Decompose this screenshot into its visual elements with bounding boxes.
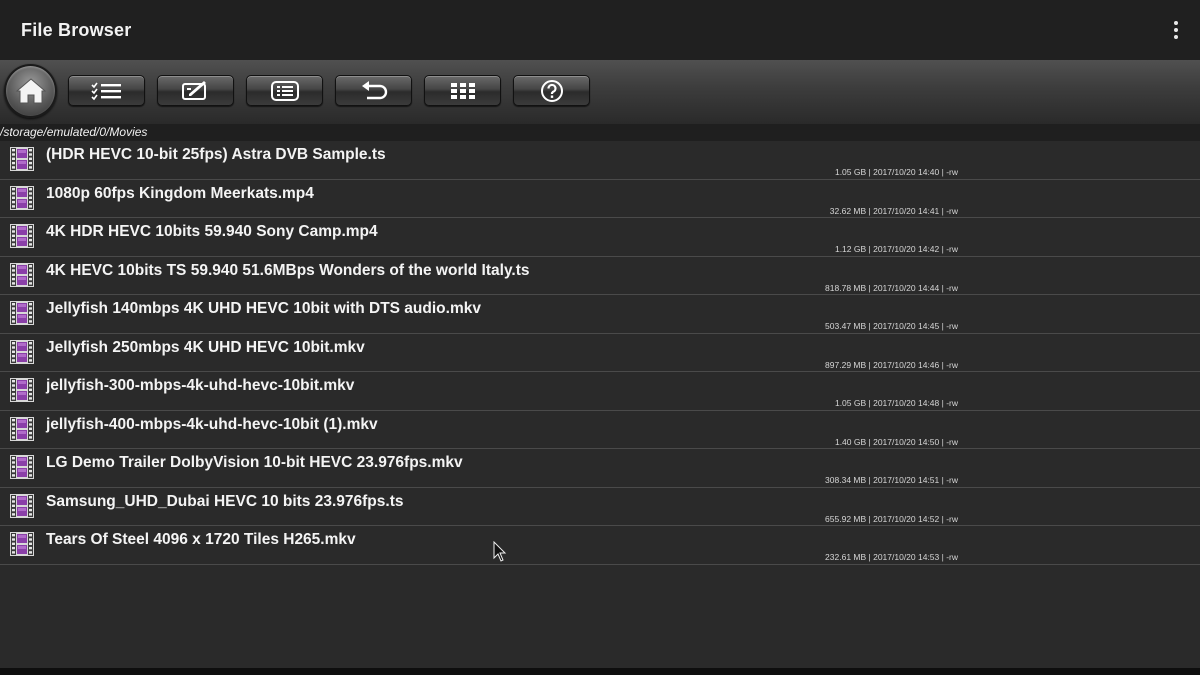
checklist-icon: [90, 82, 121, 100]
file-row[interactable]: Tears Of Steel 4096 x 1720 Tiles H265.mk…: [0, 526, 1200, 565]
file-row[interactable]: jellyfish-300-mbps-4k-uhd-hevc-10bit.mkv…: [0, 372, 1200, 411]
multi-select-button[interactable]: [68, 75, 145, 106]
file-details: 1.40 GB | 2017/10/20 14:50 | -rw: [834, 436, 958, 447]
file-details: 818.78 MB | 2017/10/20 14:44 | -rw: [825, 282, 958, 293]
file-row[interactable]: Samsung_UHD_Dubai HEVC 10 bits 23.976fps…: [0, 487, 1200, 526]
details-list-button[interactable]: [246, 75, 323, 106]
grid-icon: [450, 82, 475, 99]
overflow-menu-icon[interactable]: [1172, 20, 1180, 40]
video-file-icon: [10, 532, 34, 556]
file-name: 4K HEVC 10bits TS 59.940 51.6MBps Wonder…: [46, 261, 530, 279]
undo-button[interactable]: [335, 75, 412, 106]
file-name: Samsung_UHD_Dubai HEVC 10 bits 23.976fps…: [46, 492, 404, 510]
video-file-icon: [10, 455, 34, 479]
file-name: LG Demo Trailer DolbyVision 10-bit HEVC …: [46, 454, 463, 471]
file-row[interactable]: 4K HDR HEVC 10bits 59.940 Sony Camp.mp4 1…: [0, 218, 1200, 257]
file-details: 32.62 MB | 2017/10/20 14:41 | -rw: [829, 205, 958, 216]
video-file-icon: [10, 416, 34, 441]
file-name: jellyfish-400-mbps-4k-uhd-hevc-10bit (1)…: [46, 415, 378, 433]
edit-icon: [181, 80, 206, 100]
file-browser-app: File Browser /storage/emulated/0/Movies …: [0, 0, 1200, 675]
video-file-icon: [10, 378, 34, 402]
bottom-edge: [0, 668, 1200, 675]
file-details: 1.12 GB | 2017/10/20 14:42 | -rw: [834, 244, 958, 254]
file-details: 308.34 MB | 2017/10/20 14:51 | -rw: [825, 475, 958, 485]
file-row[interactable]: LG Demo Trailer DolbyVision 10-bit HEVC …: [0, 449, 1200, 488]
edit-button[interactable]: [157, 75, 234, 106]
current-path: /storage/emulated/0/Movies: [0, 124, 1200, 141]
file-details: 1.05 GB | 2017/10/20 14:48 | -rw: [834, 398, 958, 408]
file-details: 232.61 MB | 2017/10/20 14:53 | -rw: [825, 552, 958, 562]
file-details: 897.29 MB | 2017/10/20 14:46 | -rw: [825, 359, 958, 370]
file-name: Jellyfish 250mbps 4K UHD HEVC 10bit.mkv: [46, 338, 365, 356]
file-row[interactable]: 4K HEVC 10bits TS 59.940 51.6MBps Wonder…: [0, 256, 1200, 295]
file-name: (HDR HEVC 10-bit 25fps) Astra DVB Sample…: [46, 146, 386, 163]
file-list: (HDR HEVC 10-bit 25fps) Astra DVB Sample…: [0, 141, 1200, 565]
undo-icon: [361, 80, 387, 99]
video-file-icon: [10, 262, 34, 287]
action-bar: File Browser: [0, 0, 1200, 60]
file-row[interactable]: Jellyfish 140mbps 4K UHD HEVC 10bit with…: [0, 295, 1200, 334]
file-row[interactable]: (HDR HEVC 10-bit 25fps) Astra DVB Sample…: [0, 141, 1200, 180]
toolbar: [0, 60, 1200, 124]
file-row[interactable]: Jellyfish 250mbps 4K UHD HEVC 10bit.mkv 8…: [0, 333, 1200, 372]
help-icon: [540, 79, 563, 102]
home-icon: [15, 78, 46, 104]
video-file-icon: [10, 301, 34, 325]
mouse-cursor-icon: [493, 541, 507, 562]
file-name: 1080p 60fps Kingdom Meerkats.mp4: [46, 184, 314, 202]
video-file-icon: [10, 339, 34, 364]
list-icon: [270, 80, 299, 101]
file-row[interactable]: jellyfish-400-mbps-4k-uhd-hevc-10bit (1)…: [0, 410, 1200, 449]
video-file-icon: [10, 493, 34, 518]
video-file-icon: [10, 224, 34, 248]
video-file-icon: [10, 185, 34, 210]
file-details: 655.92 MB | 2017/10/20 14:52 | -rw: [825, 513, 958, 524]
file-name: Jellyfish 140mbps 4K UHD HEVC 10bit with…: [46, 300, 481, 317]
file-details: 1.05 GB | 2017/10/20 14:40 | -rw: [834, 167, 958, 177]
file-name: jellyfish-300-mbps-4k-uhd-hevc-10bit.mkv: [46, 377, 355, 394]
help-button[interactable]: [513, 75, 590, 106]
file-details: 503.47 MB | 2017/10/20 14:45 | -rw: [825, 321, 958, 331]
video-file-icon: [10, 147, 34, 171]
app-title: File Browser: [21, 19, 132, 40]
file-name: Tears Of Steel 4096 x 1720 Tiles H265.mk…: [46, 531, 356, 548]
file-name: 4K HDR HEVC 10bits 59.940 Sony Camp.mp4: [46, 223, 378, 240]
file-row[interactable]: 1080p 60fps Kingdom Meerkats.mp4 32.62 MB…: [0, 179, 1200, 218]
grid-view-button[interactable]: [424, 75, 501, 106]
home-button[interactable]: [4, 64, 57, 118]
